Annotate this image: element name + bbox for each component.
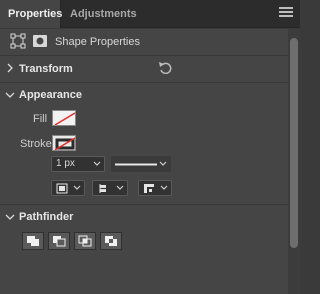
divider (0, 55, 288, 56)
chevron-down-icon[interactable] (5, 213, 15, 221)
chevron-down-icon (159, 161, 167, 166)
transform-bounding-box-icon[interactable] (10, 33, 26, 49)
mask-icon[interactable] (32, 33, 48, 49)
stroke-width-value: 1 px (56, 158, 75, 169)
panel-header-title: Shape Properties (55, 36, 140, 48)
stroke-swatch[interactable] (52, 135, 76, 151)
scrollbar-thumb[interactable] (290, 38, 298, 248)
stroke-align-dropdown[interactable] (51, 180, 85, 196)
tab-adjustments[interactable]: Adjustments (62, 0, 145, 28)
stroke-type-dropdown[interactable] (111, 156, 171, 172)
section-transform-header[interactable]: Transform (19, 63, 73, 75)
subtract-front-shape-icon (53, 236, 66, 247)
butt-cap-icon (97, 184, 109, 193)
stroke-corners-dropdown[interactable] (138, 180, 172, 196)
tab-properties[interactable]: Properties (0, 0, 62, 28)
align-stroke-inside-icon (56, 183, 68, 194)
exclude-overlapping-shapes-icon (105, 236, 117, 246)
stroke-caps-dropdown[interactable] (92, 180, 128, 196)
combine-shapes-icon (27, 236, 39, 246)
exclude-overlapping-shapes-button[interactable] (100, 232, 122, 250)
reset-icon[interactable] (158, 61, 172, 74)
chevron-down-icon (160, 185, 168, 190)
panel-tab-bar: Properties Adjustments (0, 0, 300, 28)
chevron-down-icon (73, 185, 81, 190)
section-appearance-header[interactable]: Appearance (19, 89, 82, 101)
stroke-label: Stroke (20, 138, 52, 150)
chevron-down-icon (93, 161, 101, 166)
solid-line-icon (115, 163, 157, 166)
fill-label: Fill (33, 113, 48, 125)
fill-swatch[interactable] (52, 110, 76, 126)
combine-shapes-button[interactable] (22, 232, 44, 250)
section-pathfinder-header[interactable]: Pathfinder (19, 211, 73, 223)
subtract-front-shape-button[interactable] (48, 232, 70, 250)
properties-panel-content: Shape Properties Transform Appearance Fi… (0, 29, 288, 294)
stroke-width-dropdown[interactable]: 1 px (51, 156, 105, 172)
intersect-shape-areas-button[interactable] (74, 232, 96, 250)
panel-menu-icon[interactable] (279, 7, 293, 19)
intersect-shape-areas-icon (78, 235, 92, 247)
divider (0, 82, 288, 83)
divider (0, 204, 288, 205)
chevron-down-icon[interactable] (5, 91, 15, 99)
miter-join-icon (144, 184, 154, 193)
chevron-down-icon (116, 185, 124, 190)
chevron-right-icon[interactable] (6, 63, 14, 73)
